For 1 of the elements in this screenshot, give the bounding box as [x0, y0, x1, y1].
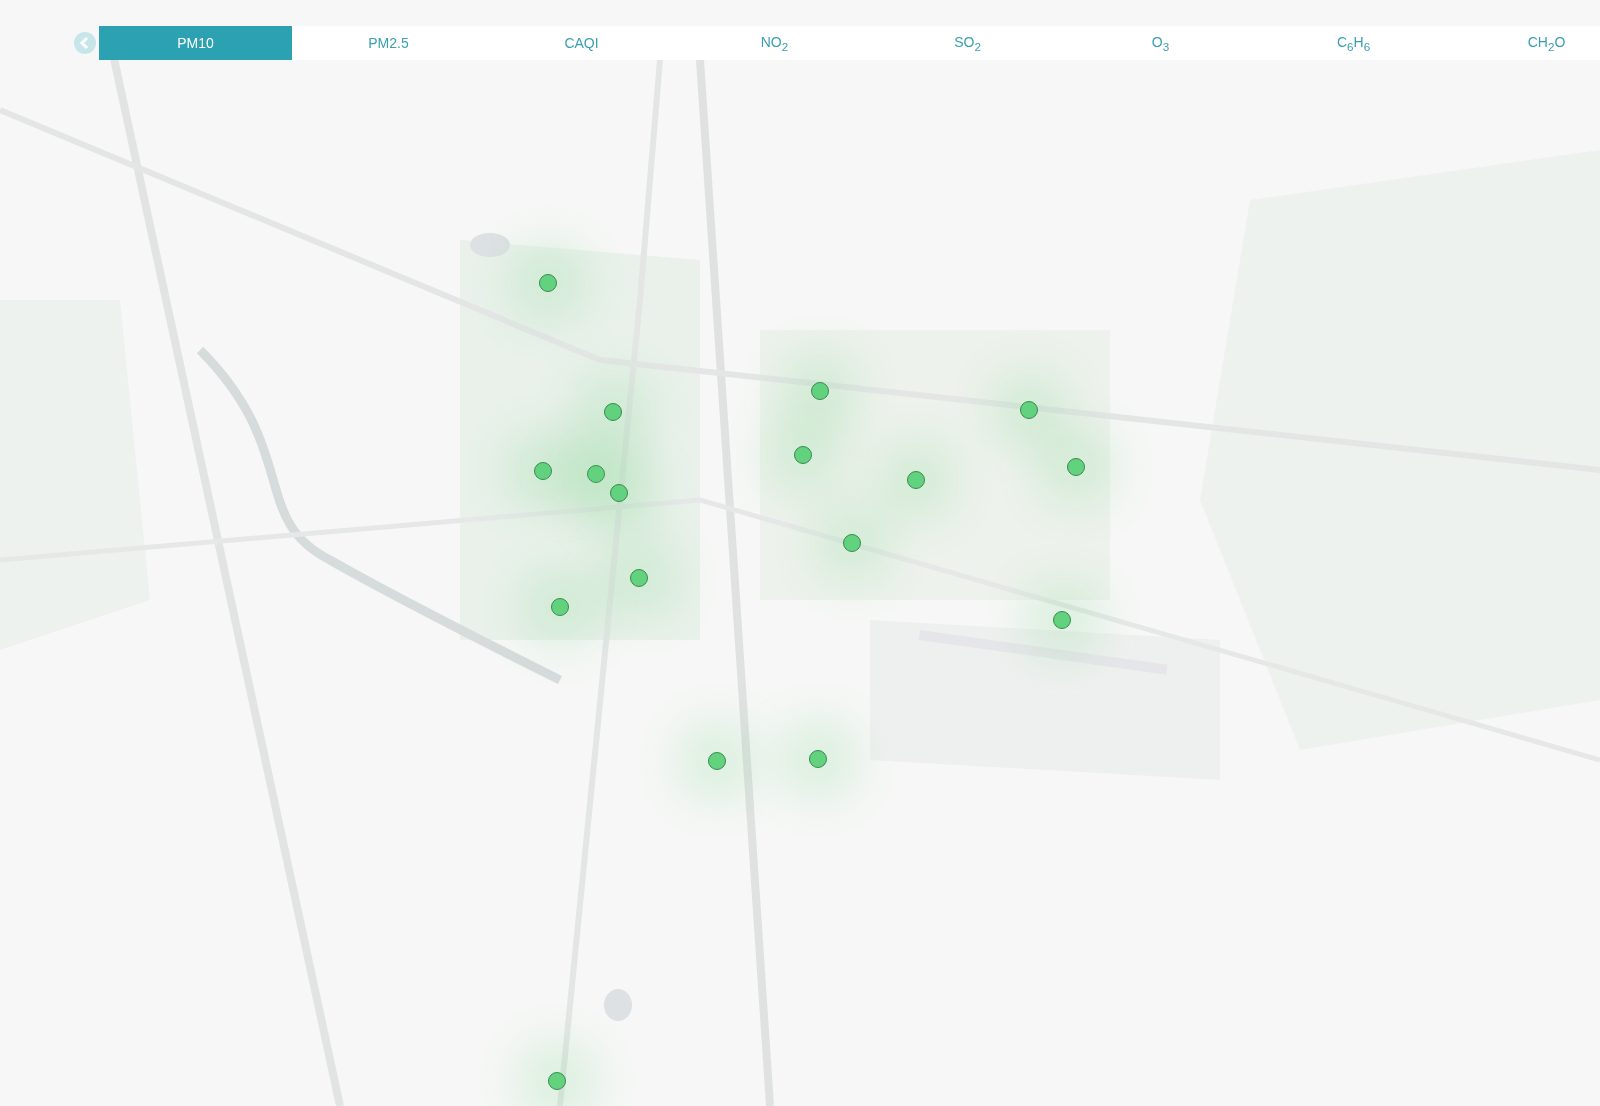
- pollutant-tab[interactable]: PM10: [99, 26, 292, 60]
